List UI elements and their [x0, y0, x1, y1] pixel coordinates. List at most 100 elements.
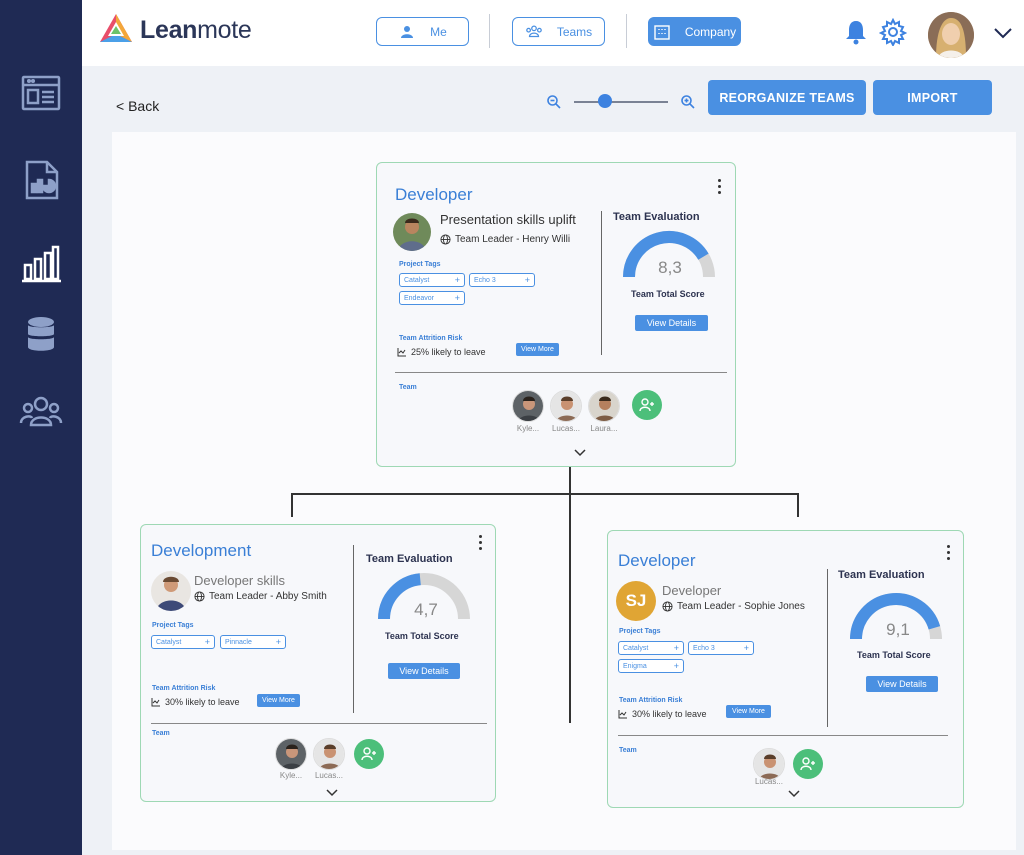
project-tag[interactable]: Endeavor + — [399, 291, 465, 305]
view-more-button[interactable]: View More — [516, 343, 559, 356]
attrition-risk-label: Team Attrition Risk — [619, 697, 683, 704]
expand-chevron-icon[interactable] — [326, 789, 338, 797]
more-options-icon[interactable] — [479, 535, 483, 553]
team-member-avatar[interactable] — [550, 390, 582, 422]
card-divider — [353, 545, 354, 713]
chevron-down-icon[interactable] — [992, 22, 1014, 44]
gear-icon[interactable] — [879, 18, 907, 46]
brand-logo[interactable]: Leanmote — [98, 12, 252, 48]
project-tag[interactable]: Catalyst + — [151, 635, 215, 649]
project-tags-label: Project Tags — [619, 628, 661, 635]
back-link[interactable]: < Back — [116, 98, 159, 114]
expand-chevron-icon[interactable] — [788, 790, 800, 798]
nav-me-button[interactable]: Me — [376, 17, 469, 46]
attrition-value: 30% likely to leave — [632, 709, 707, 719]
team-leader: Team Leader - Sophie Jones — [662, 601, 805, 612]
team-card-top[interactable]: Developer Presentation skills uplift Tea… — [376, 162, 736, 467]
nav-company-button[interactable]: Company — [648, 17, 741, 46]
report-icon[interactable] — [18, 157, 64, 203]
project-tag[interactable]: Catalyst + — [618, 641, 684, 655]
card-separator — [618, 735, 948, 736]
card-divider — [601, 211, 602, 355]
team-member-name: Kyle... — [516, 424, 540, 433]
bell-icon[interactable] — [842, 18, 870, 46]
project-tag[interactable]: Echo 3 + — [688, 641, 754, 655]
team-leader-name: Team Leader - Abby Smith — [209, 591, 327, 602]
team-card-left[interactable]: Development Developer skills Team Leader… — [140, 524, 496, 802]
course-name: Developer — [662, 583, 722, 598]
attrition-risk-label: Team Attrition Risk — [399, 335, 463, 342]
sidebar — [0, 0, 82, 855]
team-member-avatar[interactable] — [313, 738, 345, 770]
team-member-avatar[interactable] — [275, 738, 307, 770]
people-icon[interactable] — [18, 390, 64, 436]
team-member-name: Kyle... — [279, 771, 303, 780]
user-avatar[interactable] — [928, 12, 974, 58]
team-member-avatar[interactable] — [753, 748, 785, 780]
course-name: Developer skills — [194, 573, 286, 588]
org-connector-right — [797, 493, 799, 517]
dashboard-icon[interactable] — [18, 70, 64, 116]
org-connector-horizontal — [291, 493, 799, 495]
attrition-risk: 30% likely to leave — [618, 709, 707, 719]
add-user-icon — [800, 757, 815, 771]
team-member-name: Lucas... — [551, 424, 580, 433]
view-details-button[interactable]: View Details — [866, 676, 938, 692]
zoom-slider-handle[interactable] — [598, 94, 612, 108]
globe-icon — [194, 591, 205, 602]
team-leader-avatar: SJ — [616, 581, 656, 621]
project-tags-label: Project Tags — [399, 261, 441, 268]
team-member-name: Lucas... — [314, 771, 343, 780]
team-member-avatar[interactable] — [588, 390, 620, 422]
zoom-in-icon[interactable] — [680, 94, 696, 110]
org-connector-left — [291, 493, 293, 517]
view-more-button[interactable]: View More — [726, 705, 771, 718]
nav-teams-button[interactable]: Teams — [512, 17, 605, 46]
user-icon — [401, 25, 414, 38]
nav-me-label: Me — [430, 24, 447, 39]
team-member-avatar[interactable] — [512, 390, 544, 422]
team-evaluation-label: Team Evaluation — [613, 211, 700, 223]
more-options-icon[interactable] — [718, 179, 722, 197]
card-divider — [827, 569, 828, 727]
team-leader: Team Leader - Henry Willi — [440, 234, 570, 245]
team-card-right[interactable]: Developer SJ Developer Team Leader - Sop… — [607, 530, 964, 808]
project-tag[interactable]: Catalyst + — [399, 273, 465, 287]
more-options-icon[interactable] — [947, 545, 951, 563]
view-more-button[interactable]: View More — [257, 694, 300, 707]
team-member-name: Lucas... — [754, 777, 783, 786]
add-member-button[interactable] — [793, 749, 823, 779]
team-score-value: 4,7 — [414, 600, 438, 619]
project-tag[interactable]: Echo 3 + — [469, 273, 535, 287]
course-name: Presentation skills uplift — [440, 212, 576, 227]
team-label: Team — [399, 384, 417, 391]
card-separator — [395, 372, 727, 373]
brand-name: Leanmote — [140, 15, 252, 44]
team-title: Developer — [618, 551, 696, 570]
expand-chevron-icon[interactable] — [574, 449, 586, 457]
team-leader-name: Team Leader - Henry Willi — [455, 234, 571, 245]
nav-divider — [489, 14, 490, 48]
add-member-button[interactable] — [354, 739, 384, 769]
view-details-button[interactable]: View Details — [635, 315, 708, 331]
view-details-button[interactable]: View Details — [388, 663, 460, 679]
project-tag[interactable]: Pinnacle + — [220, 635, 286, 649]
trend-chart-icon — [151, 698, 160, 707]
nav-divider — [626, 14, 627, 48]
attrition-risk: 30% likely to leave — [151, 697, 240, 707]
team-leader-avatar — [151, 571, 191, 611]
bar-chart-icon[interactable] — [18, 240, 64, 286]
zoom-out-icon[interactable] — [546, 94, 562, 110]
leanmote-logo-icon — [100, 14, 132, 42]
nav-company-label: Company — [684, 24, 737, 39]
team-evaluation-label: Team Evaluation — [838, 569, 925, 581]
import-button[interactable]: IMPORT — [873, 80, 992, 115]
project-tag[interactable]: Enigma + — [618, 659, 684, 673]
add-member-button[interactable] — [632, 390, 662, 420]
team-label: Team — [152, 730, 170, 737]
database-icon[interactable] — [18, 312, 64, 358]
project-tags-label: Project Tags — [152, 622, 194, 629]
add-user-icon — [361, 747, 376, 761]
reorganize-teams-button[interactable]: REORGANIZE TEAMS — [708, 80, 866, 115]
zoom-slider-track[interactable] — [574, 101, 668, 103]
